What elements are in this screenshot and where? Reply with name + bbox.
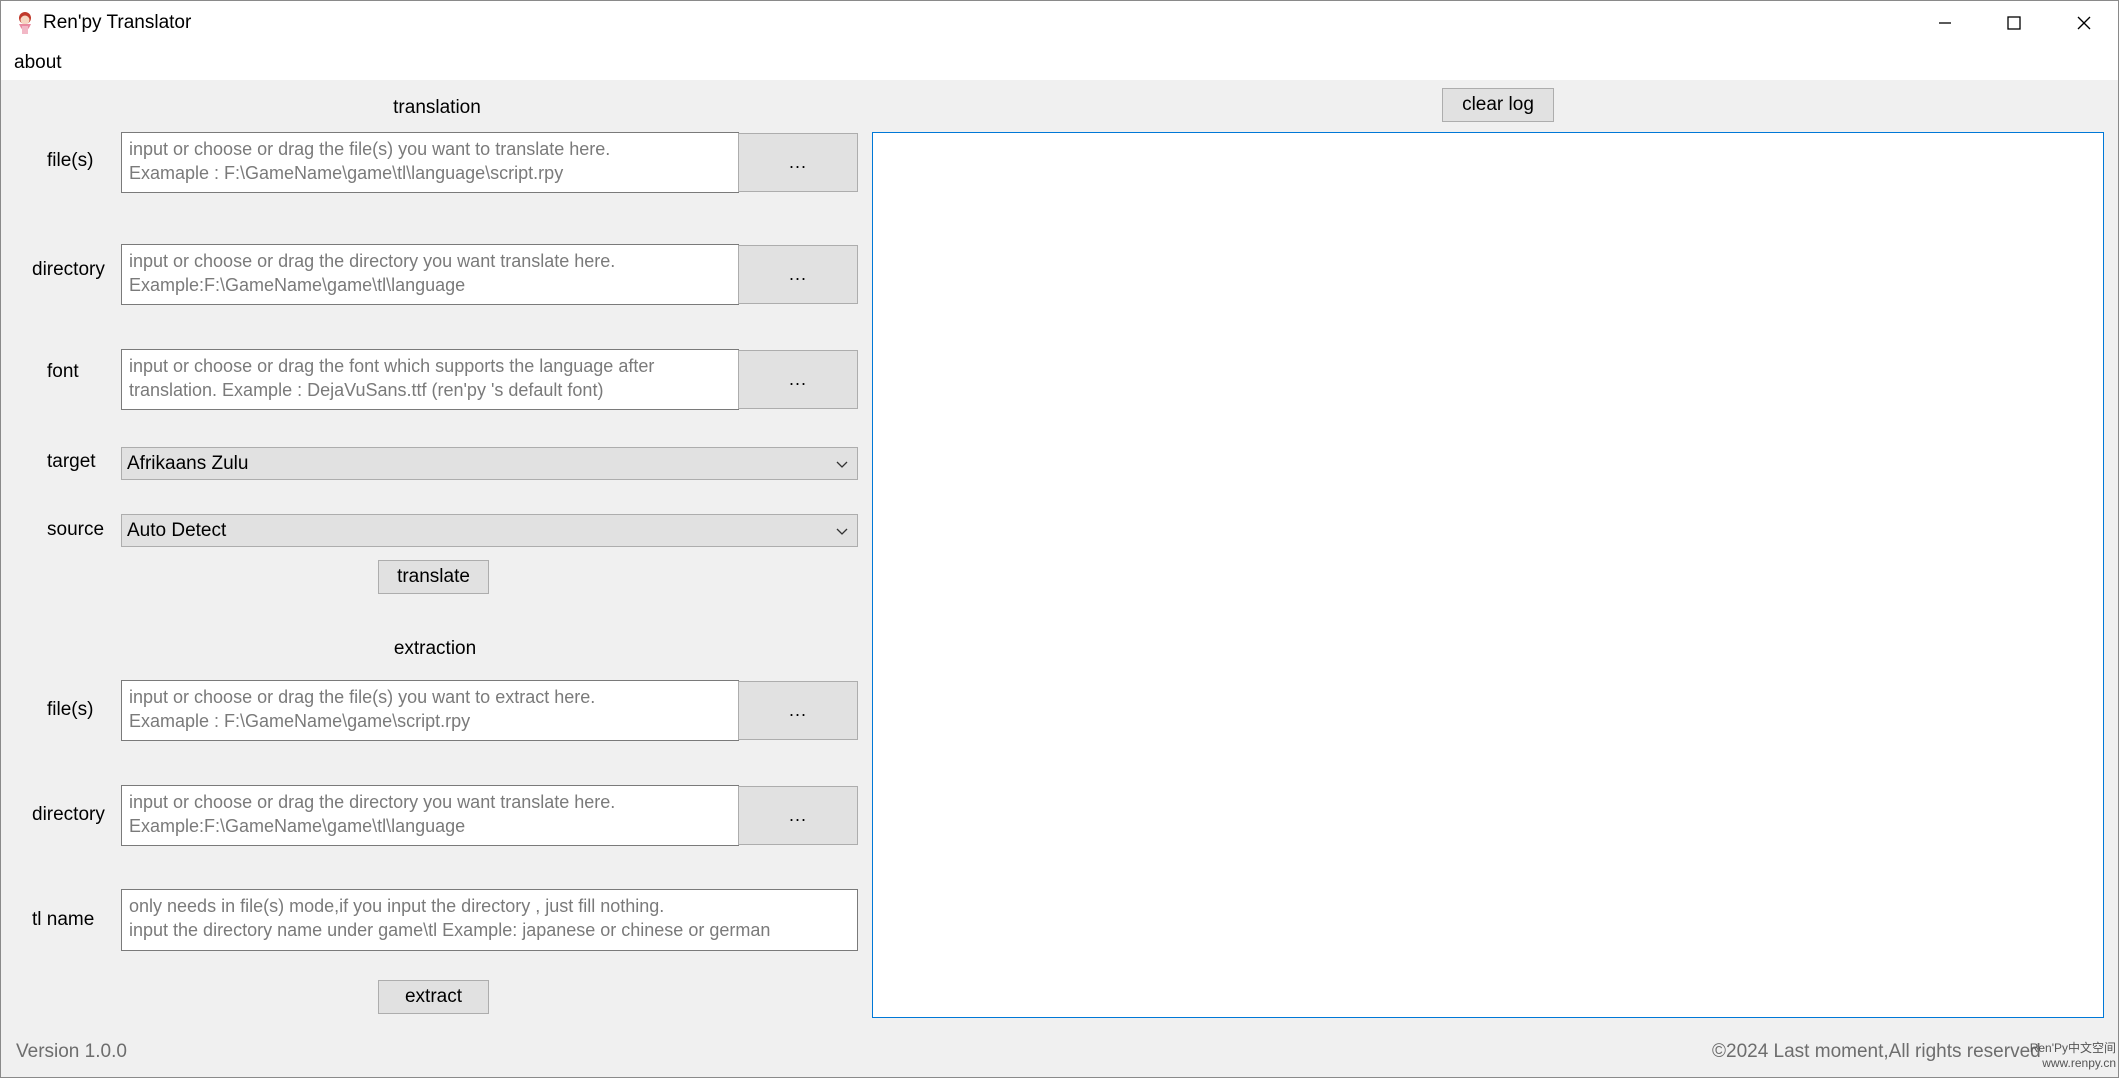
extraction-directory-input[interactable]: input or choose or drag the directory yo… — [121, 785, 739, 846]
translation-directory-input[interactable]: input or choose or drag the directory yo… — [121, 244, 739, 305]
translation-files-input[interactable]: input or choose or drag the file(s) you … — [121, 132, 739, 193]
chevron-down-icon — [836, 461, 848, 468]
watermark-line-1: Ren'Py中文空间 — [2029, 1041, 2116, 1055]
minimize-button[interactable] — [1910, 1, 1979, 45]
close-icon — [2077, 16, 2090, 30]
extract-button[interactable]: extract — [378, 980, 489, 1014]
menu-about[interactable]: about — [14, 45, 62, 80]
target-language-select[interactable]: Afrikaans Zulu — [121, 447, 858, 480]
source-language-label: source — [47, 519, 105, 540]
clear-log-button[interactable]: clear log — [1442, 88, 1554, 122]
maximize-icon — [2006, 16, 2021, 30]
extraction-directory-label: directory — [32, 804, 105, 825]
version-label: Version 1.0.0 — [16, 1041, 127, 1062]
tl-name-input[interactable]: only needs in file(s) mode,if you input … — [121, 889, 858, 951]
source-language-select[interactable]: Auto Detect — [121, 514, 858, 547]
extraction-files-input[interactable]: input or choose or drag the file(s) you … — [121, 680, 739, 741]
tl-name-label: tl name — [32, 909, 95, 930]
menu-bar: about — [1, 45, 2118, 80]
translation-files-label: file(s) — [47, 150, 94, 171]
translation-font-browse-button[interactable]: ... — [738, 350, 858, 409]
log-output[interactable] — [872, 132, 2104, 1018]
watermark-line-2: www.renpy.cn — [2042, 1056, 2116, 1070]
app-window: Ren'py Translator about translation file… — [0, 0, 2119, 1078]
copyright-label: ©2024 Last moment,All rights reserved — [1712, 1041, 2041, 1062]
translate-button[interactable]: translate — [378, 560, 489, 594]
translation-font-input[interactable]: input or choose or drag the font which s… — [121, 349, 739, 410]
target-language-label: target — [47, 451, 96, 472]
translation-font-label: font — [47, 361, 79, 382]
extraction-files-label: file(s) — [47, 699, 94, 720]
extraction-section-title: extraction — [393, 638, 477, 659]
extraction-directory-browse-button[interactable]: ... — [738, 786, 858, 845]
renpy-girl-icon — [14, 10, 36, 36]
translation-directory-label: directory — [32, 259, 105, 280]
translation-directory-browse-button[interactable]: ... — [738, 245, 858, 304]
translation-section-title: translation — [393, 97, 481, 118]
watermark: Ren'Py中文空间 www.renpy.cn — [2006, 1041, 2116, 1071]
translation-files-browse-button[interactable]: ... — [738, 133, 858, 192]
window-title: Ren'py Translator — [43, 12, 192, 33]
minimize-icon — [1938, 22, 1951, 24]
extraction-files-browse-button[interactable]: ... — [738, 681, 858, 740]
title-bar: Ren'py Translator — [1, 1, 2118, 45]
maximize-button[interactable] — [1979, 1, 2048, 45]
chevron-down-icon — [836, 528, 848, 535]
close-button[interactable] — [2049, 1, 2118, 45]
target-language-value: Afrikaans Zulu — [127, 452, 249, 474]
source-language-value: Auto Detect — [127, 519, 227, 541]
